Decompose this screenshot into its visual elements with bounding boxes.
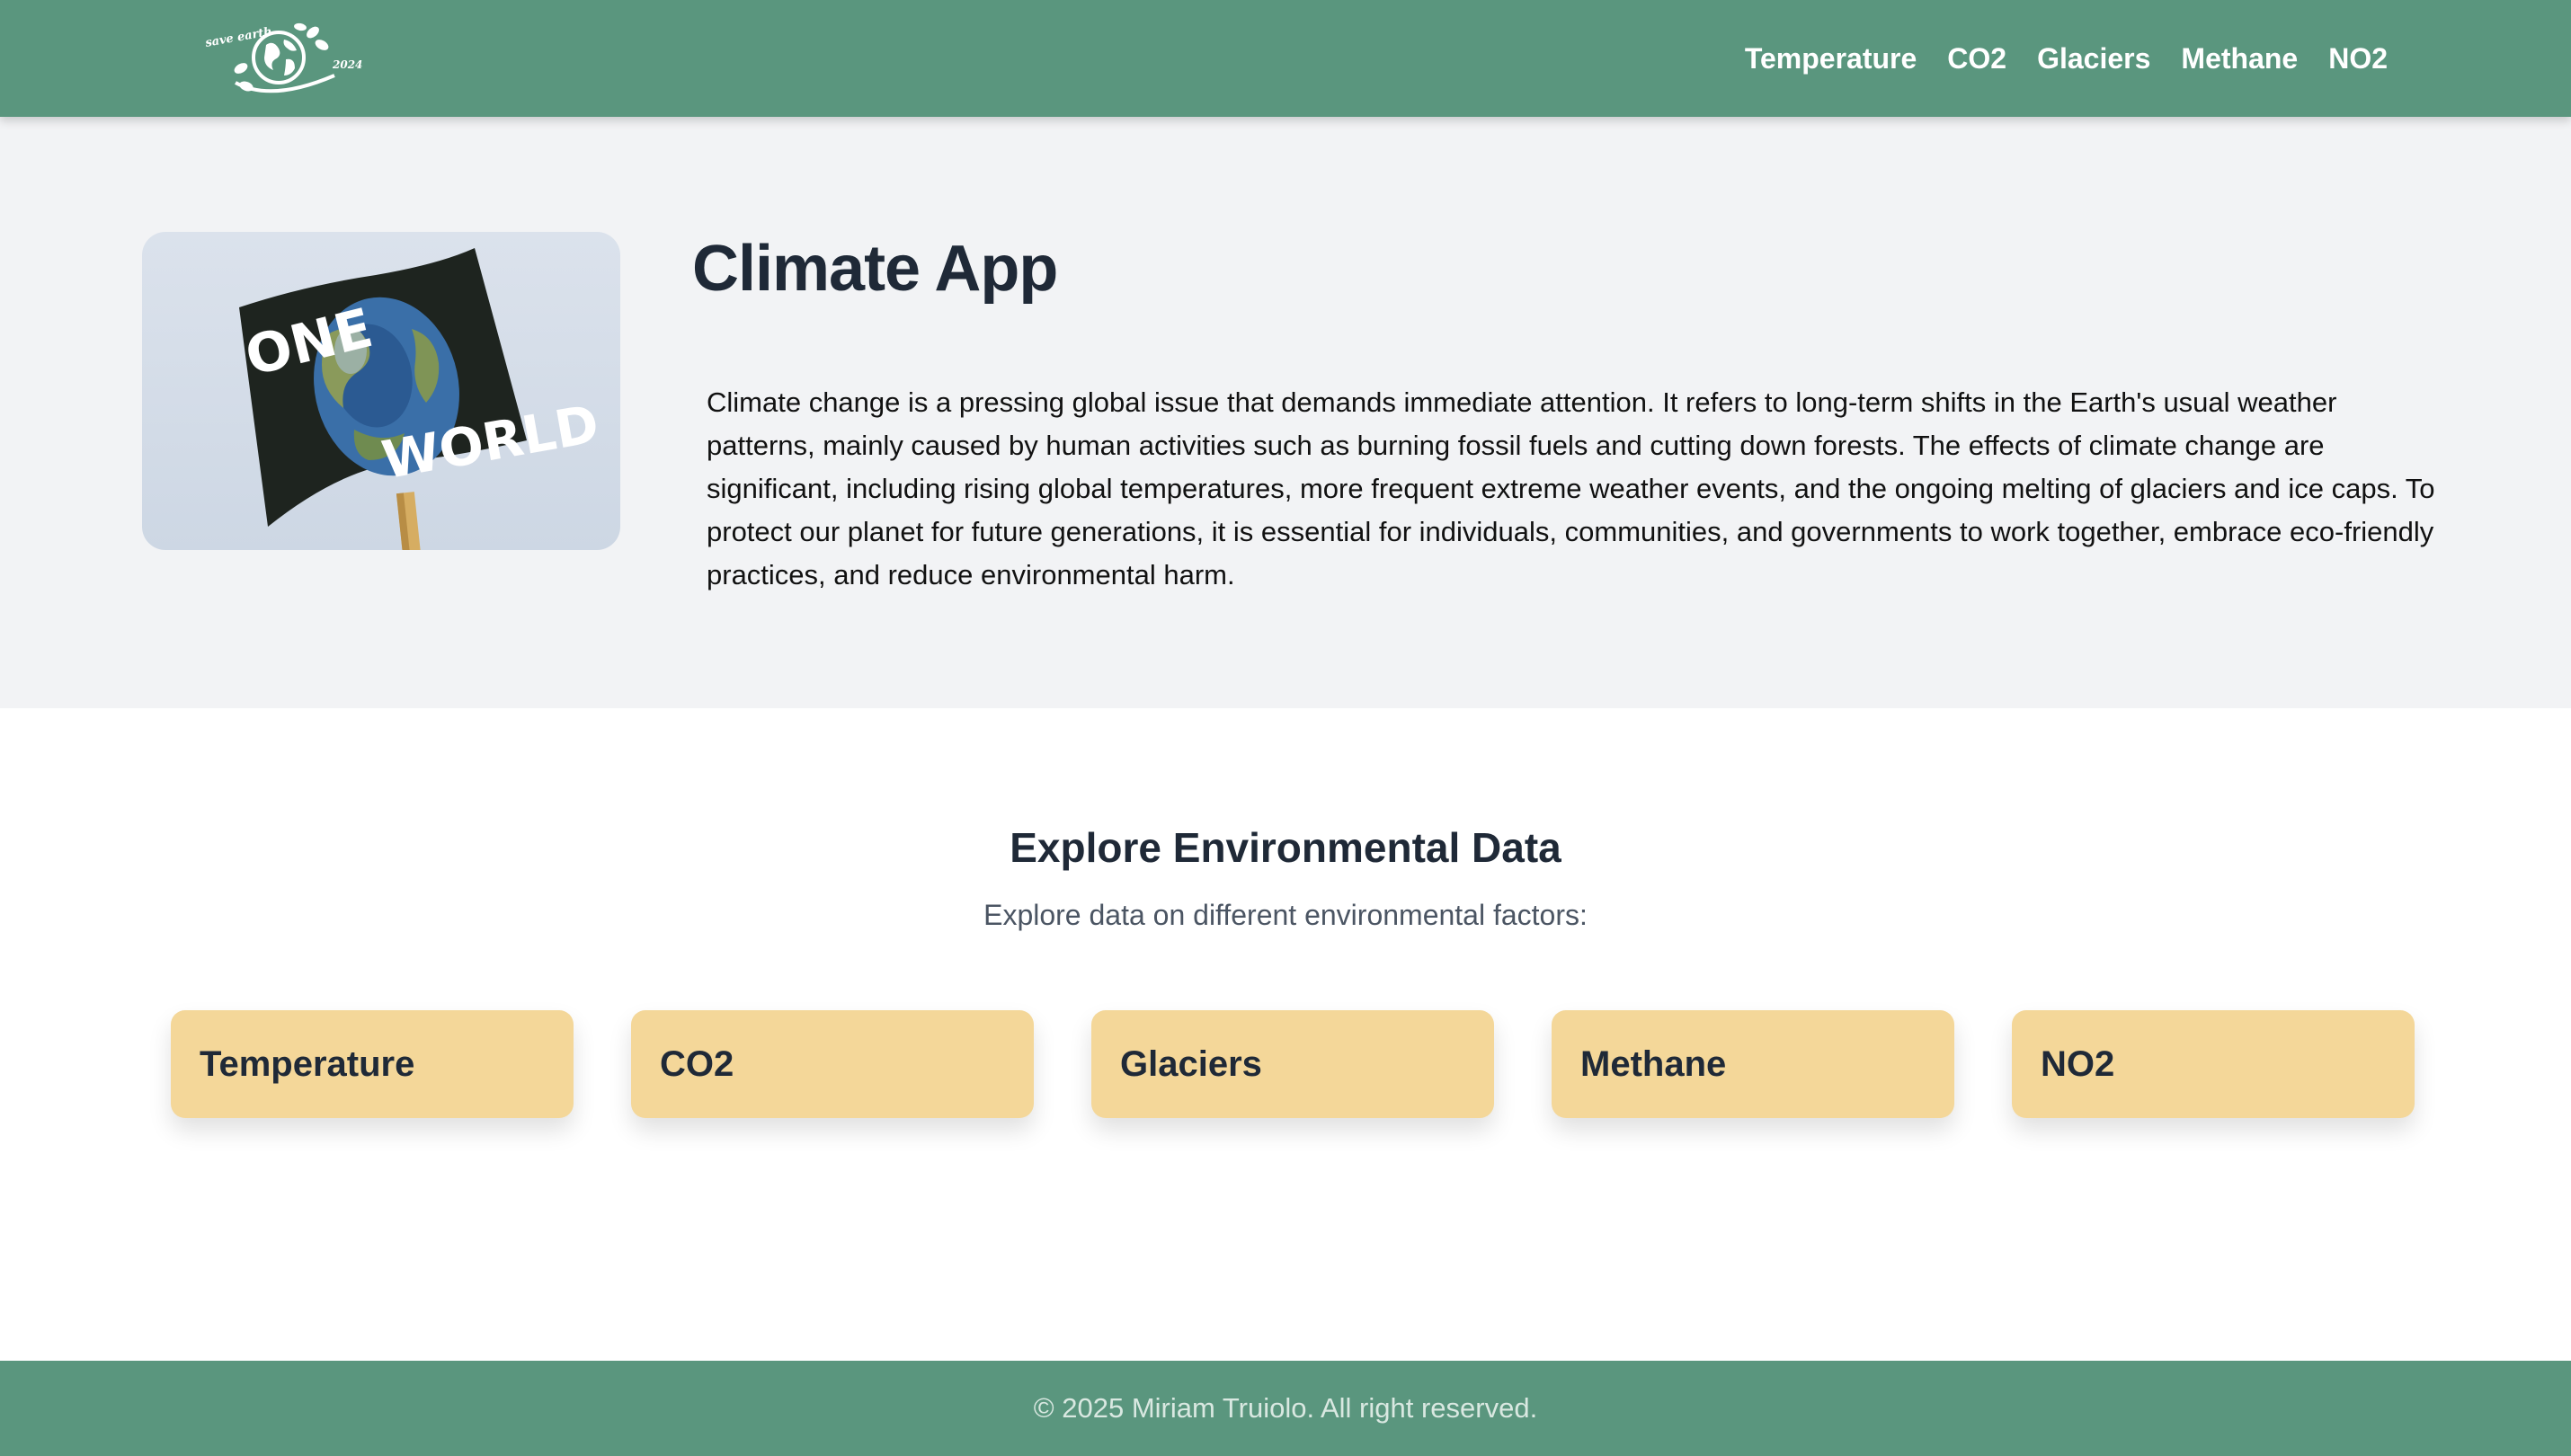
nav-link-glaciers[interactable]: Glaciers xyxy=(2037,42,2150,75)
main-nav: Temperature CO2 Glaciers Methane NO2 xyxy=(1745,0,2388,117)
card-label: Methane xyxy=(1580,1043,1727,1084)
earth-logo-icon: save earth 2024 xyxy=(204,22,362,93)
nav-link-methane[interactable]: Methane xyxy=(2181,42,2298,75)
card-label: CO2 xyxy=(660,1043,734,1084)
page-footer: © 2025 Miriam Truiolo. All right reserve… xyxy=(0,1361,2571,1456)
nav-link-no2[interactable]: NO2 xyxy=(2328,42,2388,75)
page-title: Climate App xyxy=(692,233,1058,305)
card-glaciers[interactable]: Glaciers xyxy=(1091,1010,1494,1118)
nav-link-co2[interactable]: CO2 xyxy=(1947,42,2006,75)
card-methane[interactable]: Methane xyxy=(1552,1010,1954,1118)
card-label: NO2 xyxy=(2041,1043,2115,1084)
protest-sign-illustration: ONE WORLD xyxy=(239,248,603,550)
card-no2[interactable]: NO2 xyxy=(2012,1010,2415,1118)
hero-description: Climate change is a pressing global issu… xyxy=(707,386,2435,590)
data-category-cards: Temperature CO2 Glaciers Methane NO2 xyxy=(171,1010,2415,1118)
explore-heading: Explore Environmental Data xyxy=(1010,824,1561,871)
card-co2[interactable]: CO2 xyxy=(631,1010,1034,1118)
card-label: Temperature xyxy=(200,1043,415,1084)
top-navbar: save earth 2024 Temperature CO2 Glaciers… xyxy=(0,0,2571,117)
hero-section: ONE WORLD Climate App Climate change is … xyxy=(0,117,2571,708)
card-temperature[interactable]: Temperature xyxy=(171,1010,574,1118)
copyright-text: © 2025 Miriam Truiolo. All right reserve… xyxy=(1033,1392,1538,1424)
nav-link-temperature[interactable]: Temperature xyxy=(1745,42,1917,75)
save-earth-logo[interactable]: save earth 2024 xyxy=(200,20,370,99)
one-world-sign-image: ONE WORLD xyxy=(142,232,620,550)
logo-year-text: 2024 xyxy=(332,58,362,71)
explore-subtitle: Explore data on different environmental … xyxy=(983,899,1588,931)
card-label: Glaciers xyxy=(1120,1043,1262,1084)
